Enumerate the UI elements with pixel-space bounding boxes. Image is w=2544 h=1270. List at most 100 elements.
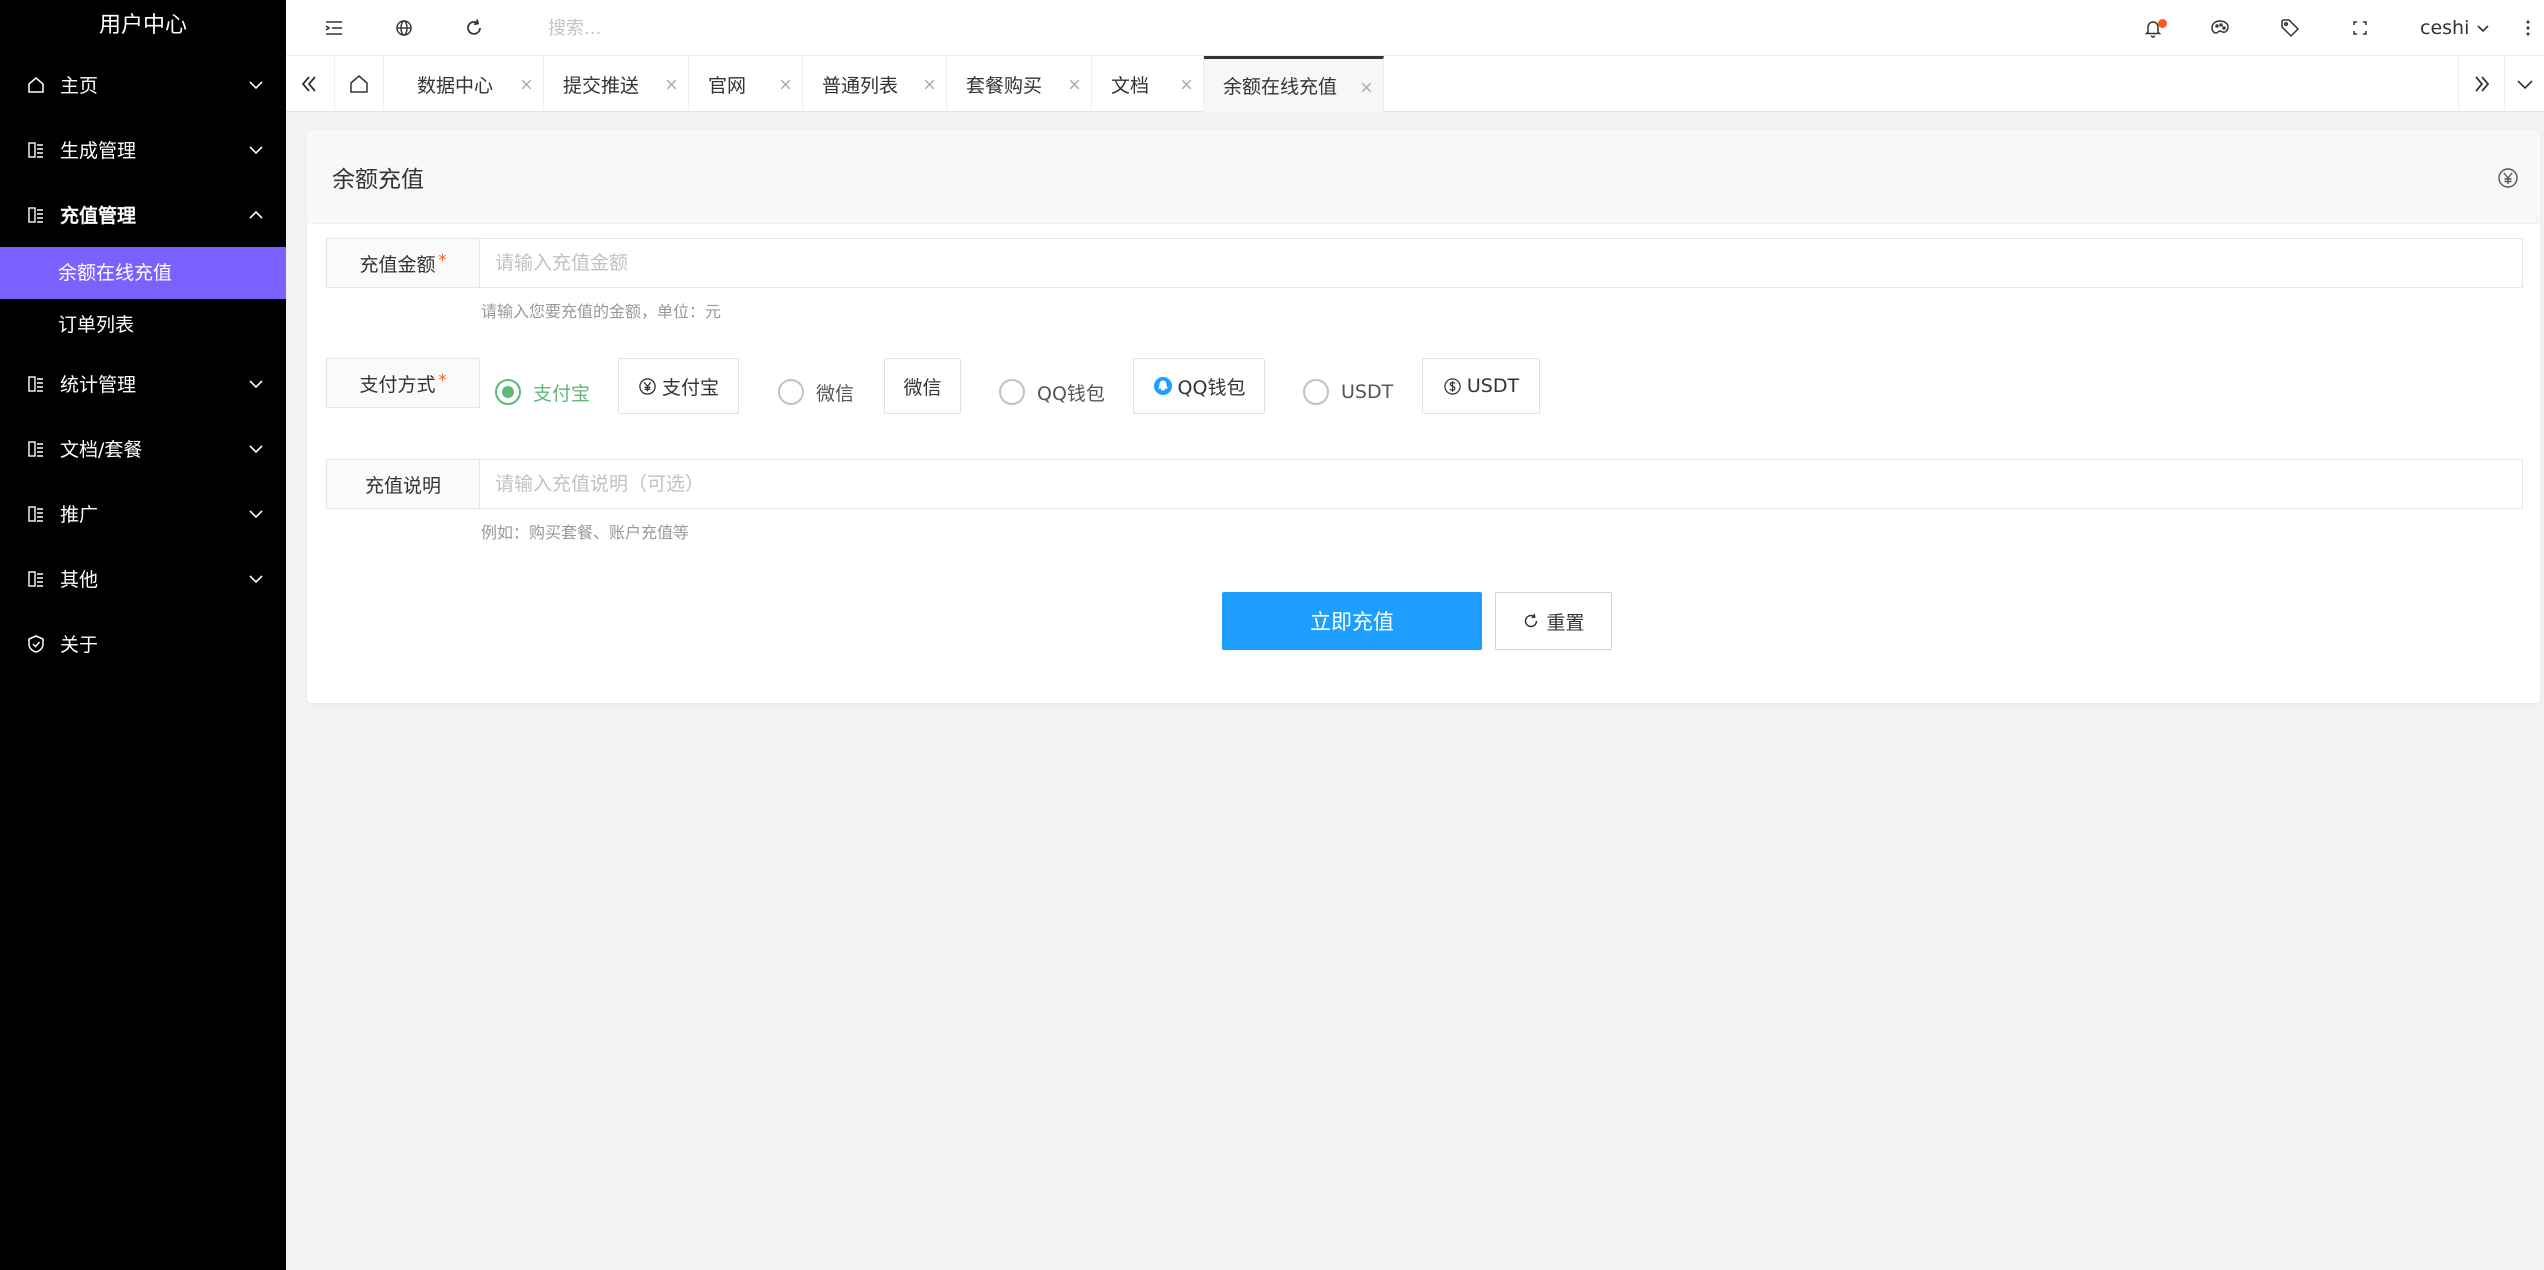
refresh-icon [1525, 613, 1538, 628]
tab-docs[interactable]: 文档 [1092, 56, 1204, 112]
tabs-dropdown[interactable] [2504, 56, 2544, 112]
sidebar-subitem-online-recharge[interactable]: 余额在线充值 [0, 247, 286, 299]
search-input[interactable] [548, 11, 1068, 45]
tabs-scroll-right[interactable] [2458, 56, 2504, 112]
radio-circle [778, 379, 804, 405]
close-icon[interactable] [1068, 78, 1081, 91]
sidebar-item-other[interactable]: 其他 [0, 546, 286, 611]
description-label: 充值说明 [326, 459, 480, 509]
tag-icon[interactable] [2278, 16, 2302, 40]
tab-submit-push[interactable]: 提交推送 [544, 56, 689, 112]
radio-circle [495, 379, 521, 405]
radio-usdt[interactable]: USDT [1303, 378, 1393, 406]
tab-label: 普通列表 [822, 74, 899, 97]
home-icon [28, 76, 44, 93]
payment-option-wechat[interactable]: 微信 [884, 358, 961, 414]
refresh-icon[interactable] [462, 16, 486, 40]
user-name: ceshi [2420, 17, 2470, 39]
radio-wechat[interactable]: 微信 [778, 378, 854, 406]
tabs-scroll-left[interactable] [286, 56, 332, 112]
radio-label: USDT [1341, 381, 1394, 403]
tab-label: 套餐购买 [966, 74, 1043, 97]
chevron-down-icon [249, 146, 263, 155]
tab-online-recharge[interactable]: 余额在线充值 [1204, 56, 1384, 112]
close-icon[interactable] [520, 78, 533, 91]
radio-label: QQ钱包 [1037, 382, 1105, 405]
radio-label: 支付宝 [533, 382, 591, 405]
sidebar-item-label: 统计管理 [60, 374, 137, 396]
fullscreen-icon[interactable] [2348, 16, 2372, 40]
sidebar-item-recharge[interactable]: 充值管理 [0, 182, 286, 247]
payment-option-label: 支付宝 [661, 376, 719, 399]
sidebar: 用户中心 主页 生成管理 充值管理 余额在线充值 订单列表 统计管理 文档/套餐 [0, 0, 286, 1270]
home-icon [350, 75, 368, 93]
tab-label: 余额在线充值 [1223, 76, 1338, 98]
grid-icon [28, 141, 43, 158]
radio-alipay[interactable]: 支付宝 [495, 378, 590, 406]
tab-data-center[interactable]: 数据中心 [398, 56, 544, 112]
tab-official-site[interactable]: 官网 [689, 56, 803, 112]
chevron-down-icon [249, 445, 263, 454]
close-icon[interactable] [779, 78, 792, 91]
sidebar-item-home[interactable]: 主页 [0, 52, 286, 117]
sidebar-item-docs[interactable]: 文档/套餐 [0, 416, 286, 481]
card-header: 余额充值 [307, 130, 2540, 224]
close-icon[interactable] [923, 78, 936, 91]
menu-fold-icon[interactable] [322, 16, 346, 40]
description-label-text: 充值说明 [364, 474, 441, 497]
notification-button[interactable] [2141, 0, 2181, 56]
palette-icon[interactable] [2208, 16, 2232, 40]
tab-package-purchase[interactable]: 套餐购买 [947, 56, 1092, 112]
card-title: 余额充值 [332, 167, 424, 193]
tab-label: 官网 [708, 74, 747, 97]
payment-option-qq-wallet[interactable]: QQ钱包 [1133, 358, 1265, 414]
chevron-down-icon [2516, 80, 2533, 90]
tab-normal-list[interactable]: 普通列表 [803, 56, 947, 112]
radio-label: 微信 [816, 382, 855, 405]
globe-icon[interactable] [392, 16, 416, 40]
chevron-up-icon [249, 210, 263, 219]
close-icon[interactable] [1180, 78, 1193, 91]
amount-label-text: 充值金额 [359, 253, 436, 276]
dollar-circle-icon [1444, 377, 1461, 395]
tab-label: 文档 [1111, 74, 1150, 97]
payment-option-label: QQ钱包 [1177, 376, 1246, 399]
grid-icon [28, 505, 43, 522]
sidebar-item-label: 主页 [60, 75, 99, 97]
close-icon[interactable] [1360, 81, 1373, 94]
description-input[interactable] [480, 459, 2523, 509]
required-mark: * [438, 249, 447, 269]
payment-option-alipay[interactable]: 支付宝 [618, 358, 739, 414]
user-menu[interactable]: ceshi [2420, 0, 2491, 56]
sidebar-item-generate[interactable]: 生成管理 [0, 117, 286, 182]
amount-label: 充值金额 * [326, 238, 480, 288]
chevron-down-icon [249, 575, 263, 584]
sidebar-item-label: 关于 [60, 634, 99, 656]
chevron-down-icon [249, 380, 263, 389]
more-vertical-icon[interactable] [2516, 16, 2540, 40]
yen-circle-icon [639, 377, 656, 395]
sidebar-item-stats[interactable]: 统计管理 [0, 351, 286, 416]
close-icon[interactable] [665, 78, 678, 91]
sidebar-item-about[interactable]: 关于 [0, 611, 286, 676]
sidebar-item-label: 生成管理 [60, 140, 137, 162]
grid-icon [28, 570, 43, 587]
grid-icon [28, 440, 43, 457]
tab-home[interactable] [334, 56, 384, 112]
tab-bar: 数据中心 提交推送 官网 普通列表 套餐购买 文档 余额在线充值 [286, 56, 2544, 112]
chevron-down-icon [249, 81, 263, 90]
recharge-now-button[interactable]: 立即充值 [1222, 592, 1482, 650]
chevron-down-icon [2477, 25, 2489, 33]
sidebar-item-promote[interactable]: 推广 [0, 481, 286, 546]
radio-qq-wallet[interactable]: QQ钱包 [999, 378, 1105, 406]
notification-dot [2158, 19, 2167, 28]
amount-input[interactable] [480, 238, 2523, 288]
description-help: 例如：购买套餐、账户充值等 [481, 523, 690, 542]
sidebar-item-label: 推广 [60, 504, 99, 526]
sidebar-subitem-order-list[interactable]: 订单列表 [0, 299, 286, 351]
tab-label: 数据中心 [417, 74, 494, 97]
qq-icon [1153, 377, 1172, 395]
reset-button[interactable]: 重置 [1495, 592, 1612, 650]
grid-icon [28, 375, 43, 392]
payment-option-usdt[interactable]: USDT [1422, 358, 1540, 414]
